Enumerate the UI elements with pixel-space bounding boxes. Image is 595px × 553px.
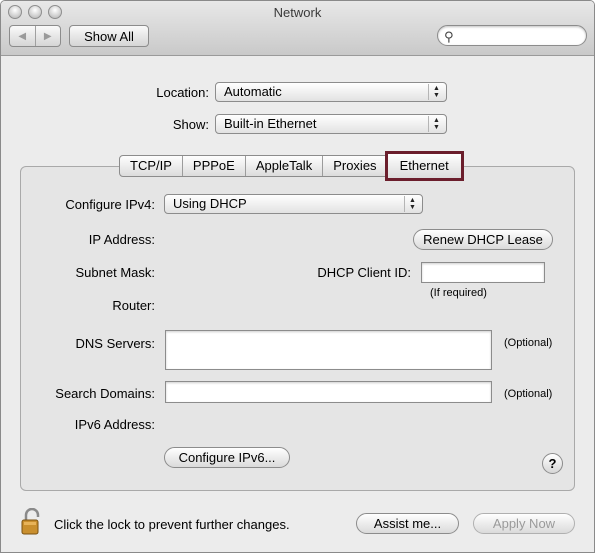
tab-bar: TCP/IP PPPoE AppleTalk Proxies Ethernet xyxy=(119,151,464,181)
tab-appletalk[interactable]: AppleTalk xyxy=(246,156,324,176)
dns-servers-label: DNS Servers: xyxy=(75,336,155,351)
search-domains-optional-note: (Optional) xyxy=(504,388,553,400)
search-domains-field[interactable] xyxy=(165,381,492,403)
show-label: Show: xyxy=(172,117,209,132)
location-value: Automatic xyxy=(224,84,282,99)
popup-arrows-icon: ▲ ▼ xyxy=(404,196,420,212)
popup-arrows-icon: ▲ ▼ xyxy=(428,84,444,100)
dns-servers-field[interactable] xyxy=(165,330,492,370)
dns-optional-note: (Optional) xyxy=(504,337,553,349)
back-forward-control: ◀ ▶ xyxy=(9,25,61,47)
show-popup[interactable]: Built-in Ethernet ▲ ▼ xyxy=(215,114,447,134)
location-label: Location: xyxy=(156,85,209,100)
configure-ipv6-button[interactable]: Configure IPv6... xyxy=(164,447,290,468)
if-required-note: (If required) xyxy=(430,287,487,299)
help-button[interactable]: ? xyxy=(542,453,563,474)
apply-now-button[interactable]: Apply Now xyxy=(473,513,575,534)
search-icon: ⚲ xyxy=(444,29,454,44)
dhcp-client-id-field[interactable] xyxy=(421,262,545,283)
configure-ipv4-label: Configure IPv4: xyxy=(65,197,155,212)
tab-pane xyxy=(20,166,575,491)
show-all-button[interactable]: Show All xyxy=(69,25,149,47)
location-popup[interactable]: Automatic ▲ ▼ xyxy=(215,82,447,102)
network-window: Network ◀ ▶ Show All ⚲ Location: Automat… xyxy=(0,0,595,553)
tab-pppoe[interactable]: PPPoE xyxy=(183,156,246,176)
tab-tcpip[interactable]: TCP/IP xyxy=(120,156,183,176)
search-field: ⚲ xyxy=(437,25,587,46)
title-bar: Network ◀ ▶ Show All ⚲ xyxy=(1,1,594,56)
ip-address-label: IP Address: xyxy=(88,232,155,247)
tab-proxies[interactable]: Proxies xyxy=(323,156,388,176)
assist-me-button[interactable]: Assist me... xyxy=(356,513,459,534)
window-title: Network xyxy=(273,5,322,20)
router-label: Router: xyxy=(112,298,155,313)
renew-dhcp-lease-button[interactable]: Renew DHCP Lease xyxy=(413,229,553,250)
configure-ipv4-value: Using DHCP xyxy=(173,196,247,211)
show-value: Built-in Ethernet xyxy=(224,116,317,131)
search-domains-label: Search Domains: xyxy=(55,386,155,401)
ipv6-address-label: IPv6 Address: xyxy=(74,417,155,432)
configure-ipv4-popup[interactable]: Using DHCP ▲ ▼ xyxy=(164,194,423,214)
popup-arrows-icon: ▲ ▼ xyxy=(428,116,444,132)
forward-arrow-icon[interactable]: ▶ xyxy=(36,26,61,46)
lock-message: Click the lock to prevent further change… xyxy=(54,517,290,532)
lock-icon[interactable] xyxy=(21,507,45,536)
dhcp-client-id-label: DHCP Client ID: xyxy=(317,265,411,280)
tab-ethernet[interactable]: Ethernet xyxy=(384,151,464,181)
subnet-mask-label: Subnet Mask: xyxy=(75,265,156,280)
back-arrow-icon[interactable]: ◀ xyxy=(10,26,36,46)
search-input[interactable] xyxy=(460,28,580,43)
